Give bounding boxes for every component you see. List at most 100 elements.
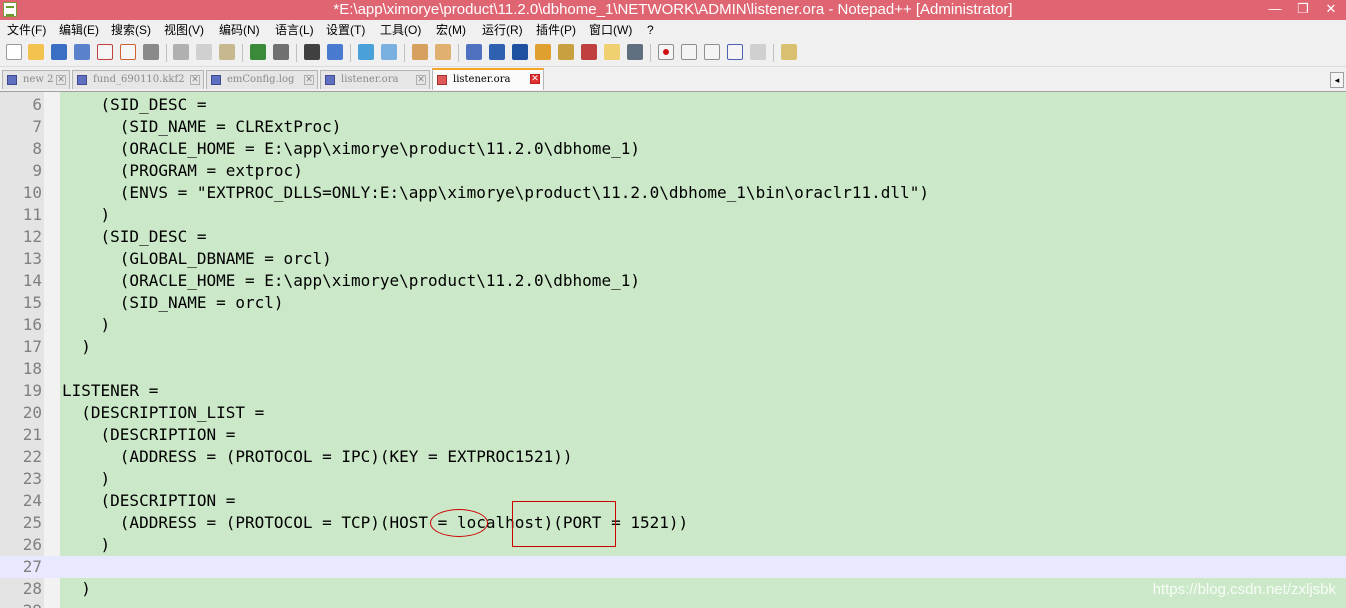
tab-close-icon[interactable]: ✕ bbox=[56, 75, 66, 85]
code-line[interactable]: 13 (GLOBAL_DBNAME = orcl) bbox=[0, 248, 1346, 270]
menu-settings[interactable]: 设置(T) bbox=[326, 23, 365, 37]
line-text[interactable]: ) bbox=[62, 468, 111, 490]
indent-guide-icon[interactable] bbox=[512, 44, 528, 60]
editor[interactable]: 6 (SID_DESC = 7 (SID_NAME = CLRExtProc) 8 … bbox=[0, 92, 1346, 608]
doc-map-icon[interactable] bbox=[558, 44, 574, 60]
line-text[interactable]: ) bbox=[62, 204, 111, 226]
code-line[interactable]: 24 (DESCRIPTION = bbox=[0, 490, 1346, 512]
folder-icon[interactable] bbox=[604, 44, 620, 60]
line-text[interactable]: ) bbox=[62, 534, 111, 556]
menu-language[interactable]: 语言(L) bbox=[275, 23, 314, 37]
replace-icon[interactable] bbox=[327, 44, 343, 60]
close-icon[interactable] bbox=[97, 44, 113, 60]
code-line[interactable]: 27 bbox=[0, 556, 1346, 578]
play-multi-macro-icon[interactable] bbox=[727, 44, 743, 60]
new-file-icon[interactable] bbox=[6, 44, 22, 60]
menu-view[interactable]: 视图(V) bbox=[164, 23, 204, 37]
show-all-chars-icon[interactable] bbox=[489, 44, 505, 60]
menu-run[interactable]: 运行(R) bbox=[482, 23, 523, 37]
sync-h-icon[interactable] bbox=[435, 44, 451, 60]
spell-check-icon[interactable] bbox=[781, 44, 797, 60]
code-line[interactable]: 17 ) bbox=[0, 336, 1346, 358]
tab-scroll-left-icon[interactable]: ◂ bbox=[1330, 72, 1344, 88]
line-text[interactable]: (DESCRIPTION = bbox=[62, 424, 236, 446]
line-text[interactable]: (ORACLE_HOME = E:\app\ximorye\product\11… bbox=[62, 270, 640, 292]
menu-window[interactable]: 窗口(W) bbox=[589, 23, 632, 37]
paste-icon[interactable] bbox=[219, 44, 235, 60]
code-line[interactable]: 16 ) bbox=[0, 314, 1346, 336]
line-text[interactable]: ) bbox=[62, 336, 91, 358]
line-text[interactable]: ) bbox=[62, 314, 111, 336]
tab-listener-ora[interactable]: listener.ora ✕ bbox=[320, 70, 430, 89]
monitor-icon[interactable] bbox=[627, 44, 643, 60]
tab-close-icon[interactable]: ✕ bbox=[530, 74, 540, 84]
zoom-out-icon[interactable] bbox=[381, 44, 397, 60]
tab-close-icon[interactable]: ✕ bbox=[416, 75, 426, 85]
zoom-in-icon[interactable] bbox=[358, 44, 374, 60]
redo-icon[interactable] bbox=[273, 44, 289, 60]
cut-icon[interactable] bbox=[173, 44, 189, 60]
save-all-icon[interactable] bbox=[74, 44, 90, 60]
tab-emconfig-log[interactable]: emConfig.log ✕ bbox=[206, 70, 318, 89]
menu-file[interactable]: 文件(F) bbox=[7, 23, 46, 37]
line-text[interactable]: (SID_DESC = bbox=[62, 226, 207, 248]
menu-encoding[interactable]: 编码(N) bbox=[219, 23, 260, 37]
line-text[interactable]: ) bbox=[62, 578, 91, 600]
line-text[interactable]: (ORACLE_HOME = E:\app\ximorye\product\11… bbox=[62, 138, 640, 160]
code-line[interactable]: 29 bbox=[0, 600, 1346, 608]
menu-tools[interactable]: 工具(O) bbox=[380, 23, 421, 37]
print-icon[interactable] bbox=[143, 44, 159, 60]
line-text[interactable]: (ADDRESS = (PROTOCOL = IPC)(KEY = EXTPRO… bbox=[62, 446, 573, 468]
menu-macro[interactable]: 宏(M) bbox=[436, 23, 466, 37]
open-file-icon[interactable] bbox=[28, 44, 44, 60]
line-text[interactable]: (SID_NAME = CLRExtProc) bbox=[62, 116, 342, 138]
save-icon[interactable] bbox=[51, 44, 67, 60]
minimize-button[interactable]: — bbox=[1262, 1, 1288, 17]
close-window-button[interactable]: ✕ bbox=[1318, 1, 1344, 17]
word-wrap-icon[interactable] bbox=[466, 44, 482, 60]
save-macro-icon[interactable] bbox=[750, 44, 766, 60]
undo-icon[interactable] bbox=[250, 44, 266, 60]
code-line[interactable]: 12 (SID_DESC = bbox=[0, 226, 1346, 248]
stop-macro-icon[interactable] bbox=[681, 44, 697, 60]
line-text[interactable]: (DESCRIPTION = bbox=[62, 490, 236, 512]
code-line[interactable]: 19 LISTENER = bbox=[0, 380, 1346, 402]
code-line[interactable]: 23 ) bbox=[0, 468, 1346, 490]
close-all-icon[interactable] bbox=[120, 44, 136, 60]
function-list-icon[interactable] bbox=[581, 44, 597, 60]
code-line[interactable]: 18 bbox=[0, 358, 1346, 380]
tab-new-2[interactable]: new 2 ✕ bbox=[2, 70, 70, 89]
code-line[interactable]: 6 (SID_DESC = bbox=[0, 94, 1346, 116]
tab-fund-kkf2[interactable]: fund_690110.kkf2 ✕ bbox=[72, 70, 204, 89]
line-text[interactable]: (SID_NAME = orcl) bbox=[62, 292, 284, 314]
language-icon[interactable] bbox=[535, 44, 551, 60]
code-line[interactable]: 11 ) bbox=[0, 204, 1346, 226]
menu-help[interactable]: ? bbox=[647, 23, 654, 37]
code-line[interactable]: 9 (PROGRAM = extproc) bbox=[0, 160, 1346, 182]
menu-plugins[interactable]: 插件(P) bbox=[536, 23, 576, 37]
play-macro-icon[interactable] bbox=[704, 44, 720, 60]
copy-icon[interactable] bbox=[196, 44, 212, 60]
code-line[interactable]: 22 (ADDRESS = (PROTOCOL = IPC)(KEY = EXT… bbox=[0, 446, 1346, 468]
code-line[interactable]: 26 ) bbox=[0, 534, 1346, 556]
line-text[interactable]: LISTENER = bbox=[62, 380, 158, 402]
tab-close-icon[interactable]: ✕ bbox=[190, 75, 200, 85]
code-line[interactable]: 8 (ORACLE_HOME = E:\app\ximorye\product\… bbox=[0, 138, 1346, 160]
code-line[interactable]: 15 (SID_NAME = orcl) bbox=[0, 292, 1346, 314]
sync-v-icon[interactable] bbox=[412, 44, 428, 60]
menu-edit[interactable]: 编辑(E) bbox=[59, 23, 99, 37]
code-line[interactable]: 14 (ORACLE_HOME = E:\app\ximorye\product… bbox=[0, 270, 1346, 292]
code-line[interactable]: 7 (SID_NAME = CLRExtProc) bbox=[0, 116, 1346, 138]
line-text[interactable]: (DESCRIPTION_LIST = bbox=[62, 402, 264, 424]
record-macro-icon[interactable] bbox=[658, 44, 674, 60]
menu-search[interactable]: 搜索(S) bbox=[111, 23, 151, 37]
find-icon[interactable] bbox=[304, 44, 320, 60]
restore-button[interactable]: ❐ bbox=[1290, 1, 1316, 17]
code-line[interactable]: 21 (DESCRIPTION = bbox=[0, 424, 1346, 446]
tab-listener-ora-active[interactable]: listener.ora ✕ bbox=[432, 68, 544, 90]
code-line[interactable]: 28 ) bbox=[0, 578, 1346, 600]
tab-close-icon[interactable]: ✕ bbox=[304, 75, 314, 85]
line-text[interactable]: (PROGRAM = extproc) bbox=[62, 160, 303, 182]
line-text[interactable]: (SID_DESC = bbox=[62, 94, 207, 116]
code-line[interactable]: 25 (ADDRESS = (PROTOCOL = TCP)(HOST = lo… bbox=[0, 512, 1346, 534]
